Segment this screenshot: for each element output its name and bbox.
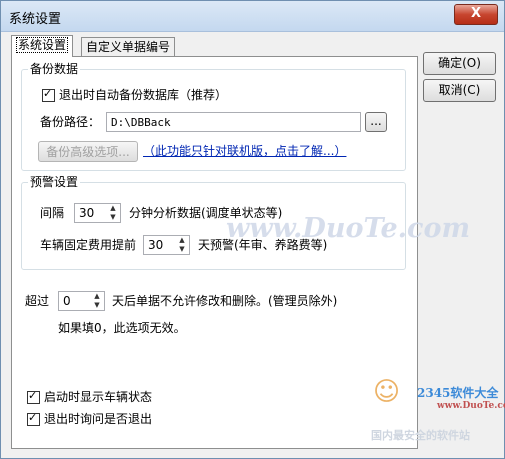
arrow-down-icon[interactable]: ▼: [175, 245, 189, 254]
backup-group-title: 备份数据: [28, 62, 81, 76]
mascot-icon: ☺: [373, 377, 401, 407]
lock-suffix: 天后单据不允许修改和删除。(管理员除外): [112, 294, 338, 308]
arrow-down-icon[interactable]: ▼: [106, 213, 120, 222]
watermark-url: www.DuoTe.com: [437, 401, 505, 411]
confirm-exit-checkbox[interactable]: [27, 411, 40, 426]
spinner-arrows[interactable]: ▲ ▼: [106, 204, 120, 222]
lock-days-value: 0: [63, 294, 71, 308]
auto-backup-label: 退出时自动备份数据库（推荐）: [59, 88, 228, 102]
warning-group-title: 预警设置: [28, 175, 81, 189]
arrow-down-icon[interactable]: ▼: [90, 301, 104, 310]
spinner-arrows[interactable]: ▲ ▼: [90, 292, 104, 310]
spinner-arrows[interactable]: ▲ ▼: [175, 236, 189, 254]
backup-advanced-button: 备份高级选项...: [38, 141, 138, 162]
lock-days-spinner[interactable]: 0 ▲ ▼: [58, 291, 105, 311]
fee-value: 30: [148, 238, 164, 252]
tab-label: 系统设置: [16, 37, 69, 53]
fee-spinner[interactable]: 30 ▲ ▼: [143, 235, 190, 255]
auto-backup-checkbox[interactable]: [42, 87, 55, 102]
show-status-checkbox[interactable]: [27, 389, 40, 404]
arrow-up-icon[interactable]: ▲: [175, 236, 189, 245]
close-button[interactable]: X: [454, 4, 498, 25]
tab-custom-numbering[interactable]: 自定义单据编号: [81, 37, 176, 56]
watermark-duote: www.DuoTe.com: [226, 213, 471, 244]
cancel-button[interactable]: 取消(C): [423, 79, 496, 102]
tab-label: 自定义单据编号: [86, 40, 171, 54]
interval-label: 间隔: [40, 206, 65, 220]
arrow-up-icon[interactable]: ▲: [106, 204, 120, 213]
browse-button[interactable]: ...: [365, 112, 387, 132]
confirm-exit-label: 退出时询问是否退出: [44, 412, 153, 426]
tab-panel: 备份数据 退出时自动备份数据库（推荐） 备份路径： D:\DBBack ... …: [11, 56, 418, 449]
ok-button[interactable]: 确定(O): [423, 52, 496, 75]
tab-system-settings[interactable]: 系统设置: [11, 35, 74, 57]
backup-group: 备份数据 退出时自动备份数据库（推荐） 备份路径： D:\DBBack ... …: [21, 62, 406, 171]
backup-path-input[interactable]: D:\DBBack: [106, 112, 361, 132]
backup-path-label: 备份路径：: [40, 115, 101, 129]
arrow-up-icon[interactable]: ▲: [90, 292, 104, 301]
lock-note: 如果填0，此选项无效。: [58, 321, 186, 335]
watermark-bottom: 国内最安全的软件站: [371, 429, 470, 442]
window-title: 系统设置: [9, 12, 62, 27]
interval-value: 30: [79, 206, 95, 220]
watermark-2345-logo: 2345软件大全: [417, 386, 499, 400]
fee-label: 车辆固定费用提前: [40, 238, 137, 252]
lock-prefix: 超过: [25, 294, 50, 308]
show-status-label: 启动时显示车辆状态: [44, 390, 153, 404]
interval-spinner[interactable]: 30 ▲ ▼: [74, 203, 121, 223]
title-bar: 系统设置 X: [1, 1, 504, 32]
settings-window: 系统设置 X 系统设置 自定义单据编号 确定(O) 取消(C) 备份数据 退出时…: [0, 0, 505, 459]
advanced-info-link[interactable]: （此功能只针对联机版，点击了解...）: [143, 143, 346, 159]
